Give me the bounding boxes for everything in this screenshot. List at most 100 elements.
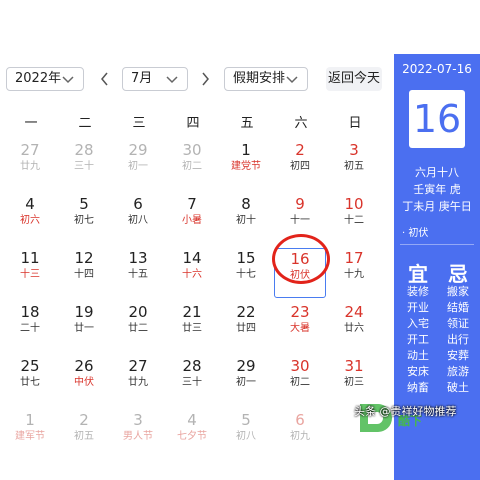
day-number: 30 bbox=[182, 141, 202, 159]
lunar-label: 十四 bbox=[74, 269, 94, 280]
calendar-day[interactable]: 1 建党节 bbox=[220, 140, 272, 190]
yi-item: 纳畜 bbox=[407, 381, 429, 394]
return-today-button[interactable]: 返回今天 bbox=[326, 67, 382, 91]
calendar-day[interactable]: 26 中伏 bbox=[58, 356, 110, 406]
calendar-day[interactable]: 2 初四 bbox=[274, 140, 326, 190]
day-number: 2 bbox=[79, 411, 89, 429]
day-number: 25 bbox=[20, 357, 40, 375]
calendar-day[interactable]: 15 十七 bbox=[220, 248, 272, 298]
weekday-header: 一 二 三 四 五 六 日 bbox=[0, 112, 394, 131]
day-number: 19 bbox=[74, 303, 94, 321]
lunar-label: 初六 bbox=[20, 215, 40, 226]
lunar-label: 男人节 bbox=[123, 431, 153, 442]
lunar-label: 十五 bbox=[128, 269, 148, 280]
calendar-day[interactable]: 30 初二 bbox=[274, 356, 326, 406]
calendar-day[interactable]: 29 初一 bbox=[220, 356, 272, 406]
day-number: 27 bbox=[128, 357, 148, 375]
calendar-day[interactable]: 17 十九 bbox=[328, 248, 380, 298]
yi-item: 开工 bbox=[407, 333, 429, 346]
calendar-day[interactable]: 11 十三 bbox=[4, 248, 56, 298]
lunar-label: 三十 bbox=[74, 161, 94, 172]
calendar-day[interactable]: 10 十二 bbox=[328, 194, 380, 244]
calendar-day[interactable]: 7 小暑 bbox=[166, 194, 218, 244]
yi-list: 装修 开业 入宅 开工 动土 安床 纳畜 bbox=[398, 284, 438, 396]
calendar-day[interactable]: 28 三十 bbox=[58, 140, 110, 190]
calendar-day[interactable]: 24 廿六 bbox=[328, 302, 380, 352]
calendar-day[interactable]: 22 廿四 bbox=[220, 302, 272, 352]
calendar-day[interactable]: 27 廿九 bbox=[4, 140, 56, 190]
lunar-label: 十二 bbox=[344, 215, 364, 226]
calendar-day[interactable]: 12 十四 bbox=[58, 248, 110, 298]
chevron-down-icon bbox=[286, 76, 298, 84]
lunar-label: 十一 bbox=[290, 215, 310, 226]
calendar-day[interactable]: 30 初二 bbox=[166, 140, 218, 190]
day-number: 22 bbox=[236, 303, 256, 321]
calendar-day[interactable]: 20 廿二 bbox=[112, 302, 164, 352]
weekday-label: 六 bbox=[294, 116, 308, 131]
lunar-label: 建军节 bbox=[15, 431, 45, 442]
calendar-day[interactable]: 8 初十 bbox=[220, 194, 272, 244]
calendar-day[interactable]: 3 男人节 bbox=[112, 410, 164, 460]
day-number: 13 bbox=[128, 249, 148, 267]
lunar-label: 初五 bbox=[74, 431, 94, 442]
day-number: 31 bbox=[344, 357, 364, 375]
day-number: 1 bbox=[241, 141, 251, 159]
ganzhi-month-day: 丁未月 庚午日 bbox=[402, 200, 472, 213]
calendar-day[interactable]: 2 初五 bbox=[58, 410, 110, 460]
yi-item: 装修 bbox=[407, 285, 429, 298]
lunar-label: 十六 bbox=[182, 269, 202, 280]
next-month-icon[interactable] bbox=[198, 70, 212, 88]
calendar-day[interactable]: 6 初九 bbox=[274, 410, 326, 460]
holiday-select[interactable]: 假期安排 bbox=[224, 67, 308, 91]
calendar-day[interactable]: 5 初七 bbox=[58, 194, 110, 244]
day-number: 24 bbox=[344, 303, 364, 321]
lunar-label: 廿二 bbox=[128, 323, 148, 334]
calendar-day[interactable]: 19 廿一 bbox=[58, 302, 110, 352]
day-number: 8 bbox=[241, 195, 251, 213]
calendar-day[interactable]: 29 初一 bbox=[112, 140, 164, 190]
weekday-label: 五 bbox=[240, 116, 254, 131]
lunar-label: 初四 bbox=[290, 161, 310, 172]
yi-item: 安床 bbox=[407, 365, 429, 378]
prev-month-icon[interactable] bbox=[98, 70, 112, 88]
year-select[interactable]: 2022年 bbox=[6, 67, 84, 91]
calendar-day[interactable]: 6 初八 bbox=[112, 194, 164, 244]
yi-label: 宜 bbox=[408, 262, 428, 286]
day-number: 28 bbox=[182, 357, 202, 375]
chevron-down-icon bbox=[166, 76, 178, 84]
day-number: 17 bbox=[344, 249, 364, 267]
calendar-day[interactable]: 4 七夕节 bbox=[166, 410, 218, 460]
calendar-day[interactable]: 5 初八 bbox=[220, 410, 272, 460]
calendar-day[interactable]: 14 十六 bbox=[166, 248, 218, 298]
day-number: 18 bbox=[20, 303, 40, 321]
top-band bbox=[0, 0, 480, 54]
ji-label: 忌 bbox=[448, 262, 468, 286]
lunar-label: 廿九 bbox=[128, 377, 148, 388]
calendar-day[interactable]: 23 大暑 bbox=[274, 302, 326, 352]
day-number: 29 bbox=[236, 357, 256, 375]
calendar-day[interactable]: 3 初五 bbox=[328, 140, 380, 190]
day-number: 4 bbox=[25, 195, 35, 213]
calendar-day[interactable]: 21 廿三 bbox=[166, 302, 218, 352]
month-select[interactable]: 7月 bbox=[122, 67, 188, 91]
calendar-day[interactable]: 18 二十 bbox=[4, 302, 56, 352]
calendar-day[interactable]: 31 初三 bbox=[328, 356, 380, 406]
day-number: 3 bbox=[349, 141, 359, 159]
lunar-label: 建党节 bbox=[231, 161, 261, 172]
yi-item: 动土 bbox=[407, 349, 429, 362]
lunar-label: 廿一 bbox=[74, 323, 94, 334]
calendar-main: 2022年 7月 假期安排 返回今天 一 二 三 四 五 六 日 27 廿九 28 三… bbox=[0, 54, 394, 480]
calendar-day[interactable]: 28 三十 bbox=[166, 356, 218, 406]
divider bbox=[400, 244, 474, 245]
calendar-day[interactable]: 4 初六 bbox=[4, 194, 56, 244]
calendar-day[interactable]: 13 十五 bbox=[112, 248, 164, 298]
lunar-label: 二十 bbox=[20, 323, 40, 334]
calendar-day[interactable]: 27 廿九 bbox=[112, 356, 164, 406]
selected-day-number: 16 bbox=[409, 90, 465, 148]
calendar-day[interactable]: 1 建军节 bbox=[4, 410, 56, 460]
ji-item: 破土 bbox=[447, 381, 469, 394]
ji-item: 出行 bbox=[447, 333, 469, 346]
calendar-day[interactable]: 25 廿七 bbox=[4, 356, 56, 406]
lunar-label: 初一 bbox=[128, 161, 148, 172]
lunar-label: 初一 bbox=[236, 377, 256, 388]
